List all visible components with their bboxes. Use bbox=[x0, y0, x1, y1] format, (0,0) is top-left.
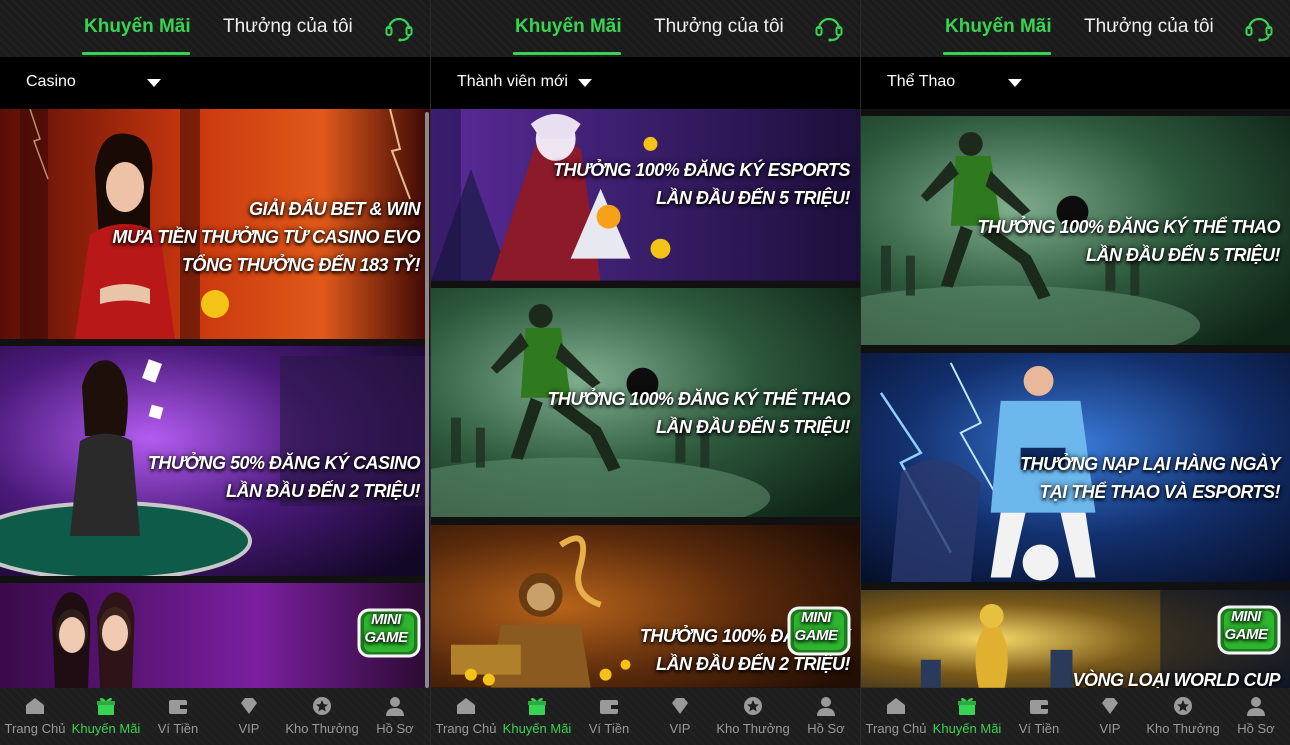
home-icon bbox=[457, 698, 475, 714]
tab-my-rewards[interactable]: Thưởng của tôi bbox=[1084, 16, 1214, 38]
nav-profile[interactable]: Hồ Sơ bbox=[791, 688, 860, 745]
minigame-badge-label: MINI GAME bbox=[364, 611, 409, 646]
top-tab-bar: Khuyến Mãi Thưởng của tôi bbox=[0, 0, 430, 57]
promo-banner[interactable]: MINI GAME bbox=[0, 583, 430, 688]
home-icon bbox=[26, 698, 44, 714]
active-tab-indicator bbox=[943, 52, 1051, 55]
nav-wallet[interactable]: Ví Tiền bbox=[573, 688, 645, 745]
nav-promotions[interactable]: Khuyến Mãi bbox=[501, 688, 573, 745]
user-icon bbox=[1247, 697, 1265, 716]
promotion-list: THƯỞNG 100% ĐĂNG KÝ ESPORTS LẦN ĐẦU ĐẾN … bbox=[431, 109, 860, 688]
headset-icon[interactable] bbox=[1244, 14, 1274, 42]
wallet-icon bbox=[1030, 700, 1048, 714]
star-badge-icon bbox=[313, 697, 331, 715]
minigame-badge-label: MINI GAME bbox=[794, 609, 839, 644]
gift-icon bbox=[958, 697, 976, 715]
nav-profile[interactable]: Hồ Sơ bbox=[1221, 688, 1290, 745]
gift-icon bbox=[528, 697, 546, 715]
banner-headline: THƯỞNG 100% ĐĂNG KÝ ESPORTS LẦN ĐẦU ĐẾN … bbox=[553, 160, 850, 208]
bottom-navigation: Trang Chủ Khuyến Mãi Ví Tiền VIP Kho Thư… bbox=[0, 688, 430, 745]
banner-headline: THƯỞNG NẠP LẠI HÀNG NGÀY TẠI THỂ THAO VÀ… bbox=[1020, 454, 1280, 502]
dropdown-arrow-icon bbox=[147, 79, 161, 87]
promotion-list: THƯỞNG 100% ĐĂNG KÝ THỂ THAO LẦN ĐẦU ĐẾN… bbox=[861, 109, 1290, 688]
screen-new-members: Khuyến Mãi Thưởng của tôi Thành viên mới bbox=[430, 0, 860, 745]
active-tab-indicator bbox=[513, 52, 621, 55]
banner-headline: THƯỞNG 100% ĐĂNG KÝ THỂ THAO LẦN ĐẦU ĐẾN… bbox=[977, 217, 1280, 265]
nav-wallet[interactable]: Ví Tiền bbox=[142, 688, 214, 745]
top-tab-bar: Khuyến Mãi Thưởng của tôi bbox=[861, 0, 1290, 57]
promo-banner[interactable]: THƯỞNG 100% ĐĂNG KÝ LẦN ĐẦU ĐẾN 2 TRIỆU!… bbox=[431, 525, 860, 688]
nav-reward-store[interactable]: Kho Thưởng bbox=[1145, 688, 1221, 745]
home-icon bbox=[887, 698, 905, 714]
wallet-icon bbox=[169, 700, 187, 714]
banner-headline: THƯỞNG 50% ĐĂNG KÝ CASINO LẦN ĐẦU ĐẾN 2 … bbox=[147, 453, 421, 501]
promo-banner[interactable]: THƯỞNG 100% ĐĂNG KÝ THỂ THAO LẦN ĐẦU ĐẾN… bbox=[861, 116, 1290, 346]
tab-promotions[interactable]: Khuyến Mãi bbox=[515, 16, 622, 38]
tab-my-rewards[interactable]: Thưởng của tôi bbox=[223, 16, 353, 38]
gift-icon bbox=[97, 697, 115, 715]
tab-promotions[interactable]: Khuyến Mãi bbox=[84, 16, 191, 38]
nav-vip[interactable]: VIP bbox=[645, 688, 715, 745]
promo-banner[interactable]: THƯỞNG NẠP LẠI HÀNG NGÀY TẠI THỂ THAO VÀ… bbox=[861, 353, 1290, 583]
minigame-badge-label: MINI GAME bbox=[1224, 608, 1269, 643]
nav-promotions[interactable]: Khuyến Mãi bbox=[70, 688, 142, 745]
promo-banner[interactable]: THƯỞNG 50% ĐĂNG KÝ CASINO LẦN ĐẦU ĐẾN 2 … bbox=[0, 346, 430, 576]
active-tab-indicator bbox=[82, 52, 190, 55]
promo-banner[interactable]: THƯỞNG 100% ĐĂNG KÝ THỂ THAO LẦN ĐẦU ĐẾN… bbox=[431, 288, 860, 518]
bottom-navigation: Trang Chủ Khuyến Mãi Ví Tiền VIP Kho Thư… bbox=[861, 688, 1290, 745]
banner-headline: VÒNG LOẠI WORLD CUP bbox=[1072, 670, 1281, 688]
diamond-icon bbox=[672, 698, 688, 714]
nav-home[interactable]: Trang Chủ bbox=[861, 688, 931, 745]
tab-my-rewards[interactable]: Thưởng của tôi bbox=[654, 16, 784, 38]
nav-reward-store[interactable]: Kho Thưởng bbox=[715, 688, 791, 745]
nav-home[interactable]: Trang Chủ bbox=[431, 688, 501, 745]
dropdown-arrow-icon bbox=[1008, 79, 1022, 87]
nav-wallet[interactable]: Ví Tiền bbox=[1003, 688, 1075, 745]
tab-promotions[interactable]: Khuyến Mãi bbox=[945, 16, 1052, 38]
scrollbar[interactable] bbox=[425, 112, 429, 688]
screen-sports: Khuyến Mãi Thưởng của tôi Thể Thao THƯỞN… bbox=[860, 0, 1290, 745]
star-badge-icon bbox=[1174, 697, 1192, 715]
category-filter[interactable]: Thể Thao bbox=[861, 57, 1290, 109]
promotion-list: GIẢI ĐẤU BET & WIN MƯA TIỀN THƯỞNG TỪ CA… bbox=[0, 109, 430, 688]
nav-profile[interactable]: Hồ Sơ bbox=[360, 688, 430, 745]
bottom-navigation: Trang Chủ Khuyến Mãi Ví Tiền VIP Kho Thư… bbox=[431, 688, 860, 745]
promo-banner[interactable]: GIẢI ĐẤU BET & WIN MƯA TIỀN THƯỞNG TỪ CA… bbox=[0, 109, 430, 339]
category-filter[interactable]: Casino bbox=[0, 57, 430, 109]
user-icon bbox=[817, 697, 835, 716]
headset-icon[interactable] bbox=[814, 14, 844, 42]
star-badge-icon bbox=[744, 697, 762, 715]
screen-casino: Khuyến Mãi Thưởng của tôi Casino GIẢI ĐẤ… bbox=[0, 0, 430, 745]
nav-vip[interactable]: VIP bbox=[1075, 688, 1145, 745]
dropdown-arrow-icon bbox=[578, 79, 592, 87]
nav-home[interactable]: Trang Chủ bbox=[0, 688, 70, 745]
nav-reward-store[interactable]: Kho Thưởng bbox=[284, 688, 360, 745]
user-icon bbox=[386, 697, 404, 716]
banner-headline: THƯỞNG 100% ĐĂNG KÝ THỂ THAO LẦN ĐẦU ĐẾN… bbox=[547, 389, 850, 437]
filter-selected-value: Thành viên mới bbox=[457, 73, 568, 90]
nav-promotions[interactable]: Khuyến Mãi bbox=[931, 688, 1003, 745]
nav-vip[interactable]: VIP bbox=[214, 688, 284, 745]
filter-selected-value: Casino bbox=[26, 73, 76, 90]
banner-headline: GIẢI ĐẤU BET & WIN MƯA TIỀN THƯỞNG TỪ CA… bbox=[112, 199, 420, 275]
category-filter[interactable]: Thành viên mới bbox=[431, 57, 860, 109]
promo-banner[interactable]: THƯỞNG 100% ĐĂNG KÝ ESPORTS LẦN ĐẦU ĐẾN … bbox=[431, 109, 860, 281]
screens-row: Khuyến Mãi Thưởng của tôi Casino GIẢI ĐẤ… bbox=[0, 0, 1290, 745]
wallet-icon bbox=[600, 700, 618, 714]
filter-selected-value: Thể Thao bbox=[887, 73, 956, 90]
diamond-icon bbox=[1102, 698, 1118, 714]
diamond-icon bbox=[241, 698, 257, 714]
top-tab-bar: Khuyến Mãi Thưởng của tôi bbox=[431, 0, 860, 57]
promo-banner[interactable]: MINI GAME VÒNG LOẠI WORLD CUP bbox=[861, 590, 1290, 688]
headset-icon[interactable] bbox=[384, 14, 414, 42]
